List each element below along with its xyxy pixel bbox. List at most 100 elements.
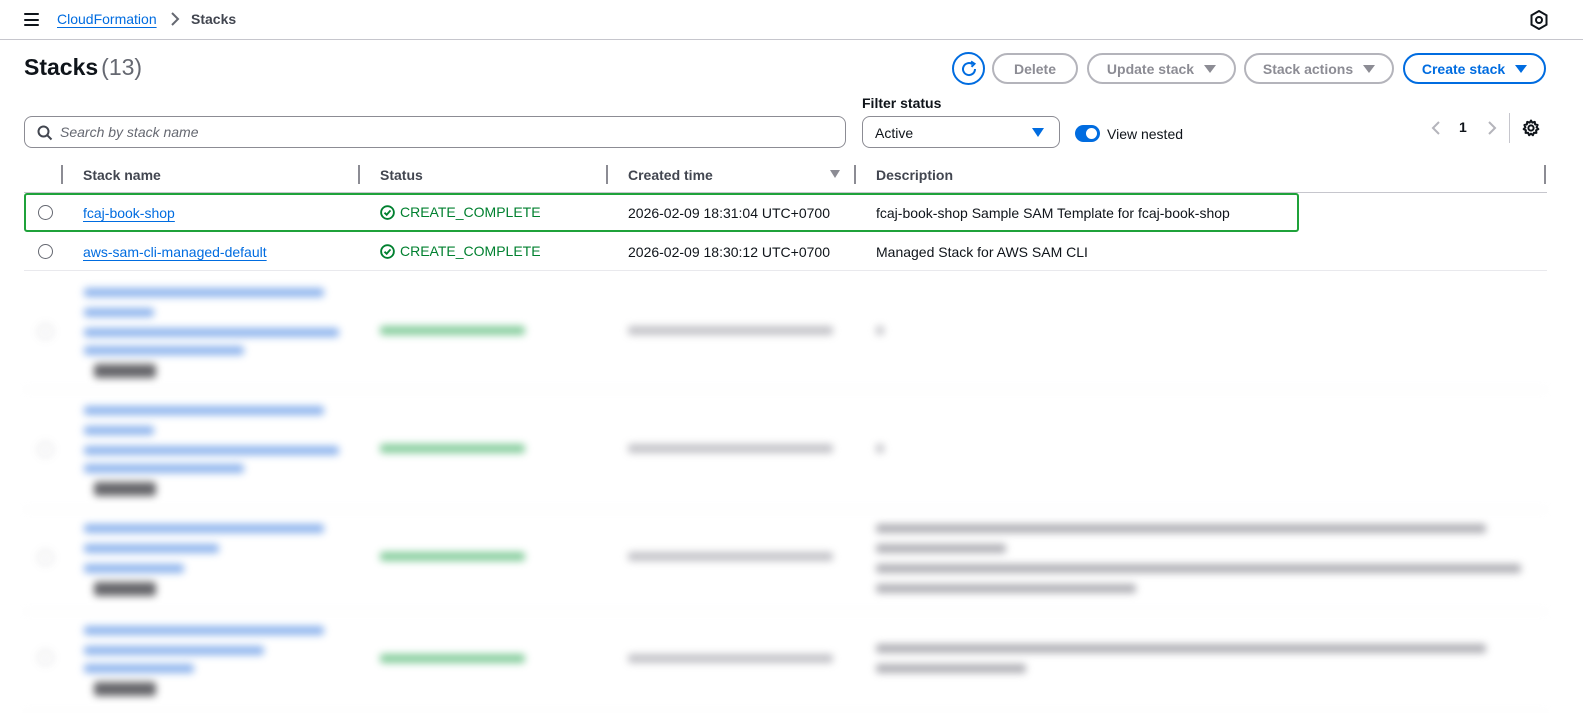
stack-actions-button[interactable]: Stack actions	[1244, 53, 1394, 84]
blurred-text	[84, 564, 184, 573]
status-text: CREATE_COMPLETE	[400, 243, 541, 259]
blurred-text	[84, 664, 194, 673]
created-time: 2026-02-09 18:31:04 UTC+0700	[628, 205, 830, 221]
search-icon	[37, 125, 53, 141]
breadcrumb-current: Stacks	[191, 11, 237, 27]
blurred-badge	[94, 582, 156, 596]
table-row[interactable]: aws-sam-cli-managed-default CREATE_COMPL…	[24, 232, 1547, 271]
delete-button-label: Delete	[1013, 60, 1057, 77]
blurred-table-row	[24, 392, 1547, 510]
top-navigation-bar: CloudFormation Stacks	[0, 0, 1583, 40]
refresh-icon	[961, 60, 976, 76]
blurred-text	[84, 446, 339, 455]
blurred-text	[628, 326, 833, 335]
description: Managed Stack for AWS SAM CLI	[876, 244, 1088, 260]
blurred-radio	[38, 324, 53, 339]
page-title-text: Stacks	[24, 54, 99, 80]
blurred-table-row	[24, 614, 1547, 713]
column-divider[interactable]	[606, 165, 608, 184]
table-header: Stack name Status Created time Descripti…	[24, 160, 1547, 193]
blurred-text	[84, 626, 324, 635]
delete-button[interactable]: Delete	[992, 53, 1078, 84]
column-status[interactable]: Status	[380, 167, 423, 183]
blurred-text	[84, 464, 244, 473]
toggle-knob	[1086, 128, 1097, 139]
stack-name-link[interactable]: aws-sam-cli-managed-default	[83, 244, 267, 260]
blurred-text	[84, 288, 324, 297]
filter-status-label: Filter status	[862, 95, 942, 111]
column-divider	[61, 165, 63, 184]
page-title: Stacks (13)	[24, 54, 142, 81]
notifications-icon[interactable]	[1530, 10, 1548, 30]
menu-icon[interactable]	[24, 13, 39, 26]
breadcrumb-cloudformation[interactable]: CloudFormation	[57, 11, 157, 27]
stack-actions-label: Stack actions	[1262, 60, 1354, 77]
blurred-text	[84, 346, 244, 355]
create-stack-label: Create stack	[1421, 60, 1506, 77]
update-stack-label: Update stack	[1106, 60, 1195, 77]
stack-name-link[interactable]: fcaj-book-shop	[83, 205, 175, 221]
chevron-left-icon[interactable]	[1430, 120, 1442, 136]
row-select-radio[interactable]	[38, 244, 53, 259]
filter-status-select[interactable]: Active	[862, 116, 1060, 148]
created-time: 2026-02-09 18:30:12 UTC+0700	[628, 244, 830, 260]
blurred-text	[876, 584, 1136, 593]
description: fcaj-book-shop Sample SAM Template for f…	[876, 205, 1230, 221]
blurred-text	[628, 444, 833, 453]
blurred-text	[84, 426, 154, 435]
row-select-radio[interactable]	[38, 205, 53, 220]
table-row[interactable]: fcaj-book-shop CREATE_COMPLETE 2026-02-0…	[24, 193, 1299, 232]
column-stack-name[interactable]: Stack name	[83, 167, 161, 183]
blurred-table-row	[24, 272, 1547, 390]
blurred-radio	[38, 550, 53, 565]
blurred-text	[876, 564, 1521, 573]
create-stack-button[interactable]: Create stack	[1403, 53, 1546, 84]
success-check-icon	[380, 243, 395, 259]
chevron-right-icon	[171, 12, 180, 26]
status-badge: CREATE_COMPLETE	[380, 204, 541, 220]
blurred-status	[380, 444, 525, 453]
column-created-time[interactable]: Created time	[628, 167, 713, 183]
column-divider[interactable]	[1544, 165, 1546, 184]
stack-count: (13)	[101, 54, 143, 80]
blurred-badge	[94, 682, 156, 696]
chevron-right-icon[interactable]	[1486, 120, 1498, 136]
blurred-radio	[38, 442, 53, 457]
blurred-text	[876, 524, 1486, 533]
blurred-text	[876, 326, 884, 335]
column-description[interactable]: Description	[876, 167, 953, 183]
blurred-text	[876, 544, 1006, 553]
caret-down-icon	[1363, 64, 1376, 73]
blurred-table-row	[24, 512, 1547, 612]
column-divider[interactable]	[854, 165, 856, 184]
blurred-text	[84, 308, 154, 317]
blurred-text	[84, 524, 324, 533]
caret-down-icon	[1515, 64, 1528, 73]
column-divider[interactable]	[358, 165, 360, 184]
status-badge: CREATE_COMPLETE	[380, 243, 541, 259]
refresh-button[interactable]	[952, 52, 985, 85]
blurred-status	[380, 654, 525, 663]
pagination-divider	[1509, 113, 1510, 143]
view-nested-toggle[interactable]	[1075, 125, 1100, 142]
page-number[interactable]: 1	[1459, 119, 1467, 135]
search-input[interactable]	[60, 117, 840, 147]
blurred-text	[84, 544, 219, 553]
caret-down-icon	[1032, 128, 1044, 137]
blurred-badge	[94, 364, 156, 378]
blurred-text	[84, 328, 339, 337]
filter-status-value: Active	[875, 125, 914, 141]
blurred-status	[380, 326, 525, 335]
blurred-text	[628, 552, 833, 561]
sort-descending-icon[interactable]	[830, 170, 840, 178]
view-nested-label: View nested	[1107, 126, 1184, 142]
blurred-badge	[94, 482, 156, 496]
blurred-text	[84, 406, 324, 415]
update-stack-button[interactable]: Update stack	[1087, 53, 1236, 84]
status-text: CREATE_COMPLETE	[400, 204, 541, 220]
gear-icon[interactable]	[1522, 119, 1540, 137]
blurred-text	[876, 664, 1026, 673]
caret-down-icon	[1204, 64, 1217, 73]
search-field[interactable]	[24, 116, 846, 148]
blurred-radio	[38, 650, 53, 665]
